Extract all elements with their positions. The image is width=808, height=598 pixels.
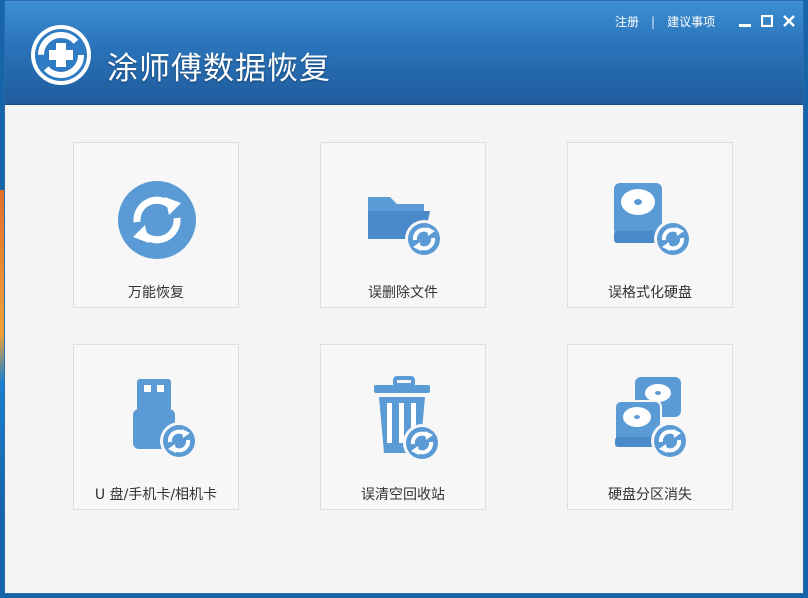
card-recycle-bin[interactable]: 误清空回收站 — [320, 344, 486, 510]
card-label: 硬盘分区消失 — [608, 487, 692, 503]
partition-recover-icon — [614, 377, 689, 460]
usb-recover-icon — [133, 379, 198, 460]
card-formatted-disk[interactable]: 误格式化硬盘 — [567, 142, 733, 308]
disk-recover-icon — [614, 183, 692, 258]
minimize-button[interactable] — [737, 12, 753, 30]
close-button[interactable] — [781, 12, 797, 30]
maximize-button[interactable] — [759, 12, 775, 30]
recover-all-icon — [118, 181, 196, 259]
main-content: 万能恢复 误删除文件 误格式化硬盘 U 盘/手机卡/相机卡 误清空回收站 硬盘分… — [5, 105, 803, 593]
app-window: 涂师傅数据恢复 注册 | 建议事项 万能恢复 误删除文件 误格式化硬盘 U 盘/… — [4, 0, 804, 594]
card-deleted-files[interactable]: 误删除文件 — [320, 142, 486, 308]
card-label: 误格式化硬盘 — [608, 285, 692, 301]
card-label: 误删除文件 — [368, 285, 438, 301]
maximize-icon — [761, 15, 773, 27]
card-universal-recovery[interactable]: 万能恢复 — [73, 142, 239, 308]
card-usb-card[interactable]: U 盘/手机卡/相机卡 — [73, 344, 239, 510]
suggestions-link[interactable]: 建议事项 — [667, 15, 715, 29]
close-icon — [783, 15, 795, 27]
folder-recover-icon — [368, 197, 443, 258]
window-controls — [737, 12, 797, 32]
header-link-separator: | — [651, 15, 656, 29]
title-bar[interactable]: 涂师傅数据恢复 注册 | 建议事项 — [5, 1, 803, 105]
header-links: 注册 | 建议事项 — [615, 13, 715, 30]
minimize-icon — [739, 24, 751, 27]
app-logo-icon — [31, 25, 91, 85]
card-label: 万能恢复 — [128, 285, 184, 301]
card-label: U 盘/手机卡/相机卡 — [94, 487, 218, 503]
register-link[interactable]: 注册 — [615, 15, 639, 29]
card-label: 误清空回收站 — [361, 487, 445, 503]
recycle-bin-recover-icon — [374, 376, 441, 462]
card-lost-partition[interactable]: 硬盘分区消失 — [567, 344, 733, 510]
app-title: 涂师傅数据恢复 — [107, 51, 331, 87]
